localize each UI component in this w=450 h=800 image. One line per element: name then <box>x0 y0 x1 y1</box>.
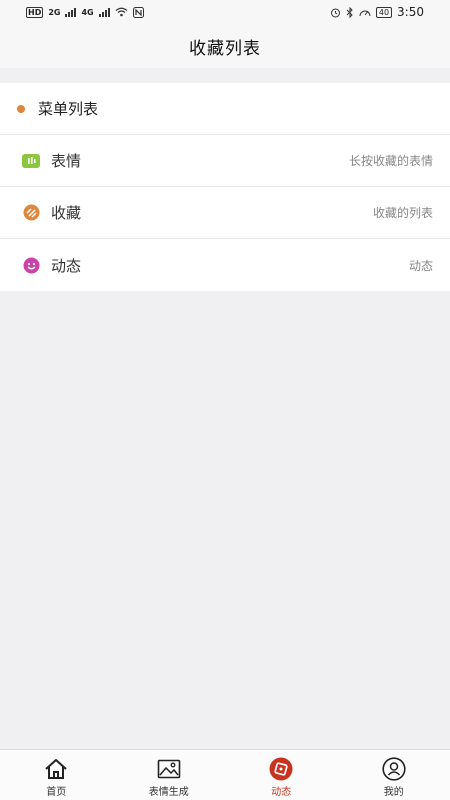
nfc-icon <box>132 6 144 18</box>
menu-item-favorites[interactable]: 收藏 收藏的列表 <box>0 187 450 239</box>
emoji-chat-icon <box>22 152 40 170</box>
menu-card: 菜单列表 表情 长按收藏的表情 收藏 收藏的列表 动态 动态 <box>0 83 450 291</box>
section-dot-icon <box>17 104 25 113</box>
menu-item-label: 动态 <box>51 256 82 275</box>
menu-section-header: 菜单列表 <box>0 83 450 135</box>
status-time: 3:50 <box>397 5 424 19</box>
tab-profile[interactable]: 我的 <box>338 750 450 800</box>
status-bar: HD 2G 4G 40 3:50 <box>0 0 450 24</box>
hd-badge: HD <box>26 6 44 18</box>
title-bar: 收藏列表 <box>0 24 450 68</box>
favorite-icon <box>22 204 40 222</box>
menu-item-label: 表情 <box>51 152 82 170</box>
signal-icon-2 <box>98 7 110 17</box>
status-left: HD 2G 4G <box>26 6 144 18</box>
image-icon <box>156 757 182 781</box>
signal-icon-1 <box>65 7 77 17</box>
profile-icon <box>381 757 407 781</box>
menu-item-desc: 收藏的列表 <box>372 206 433 220</box>
menu-item-desc: 动态 <box>408 258 433 273</box>
tab-home[interactable]: 首页 <box>0 750 113 800</box>
menu-item-desc: 长按收藏的表情 <box>348 154 433 168</box>
smiley-icon <box>22 256 40 274</box>
status-right: 40 3:50 <box>330 5 424 19</box>
network-4g-label: 4G <box>81 7 94 17</box>
page-title: 收藏列表 <box>189 38 261 59</box>
compass-icon <box>268 757 294 781</box>
menu-item-emoji[interactable]: 表情 长按收藏的表情 <box>0 135 450 187</box>
tab-feed[interactable]: 动态 <box>225 750 338 800</box>
app-screen: HD 2G 4G 40 3:50 收藏列表 菜单列表 表情 长按收藏的表情 收藏… <box>0 0 450 800</box>
tab-label: 动态 <box>271 787 292 798</box>
menu-item-label: 收藏 <box>51 204 82 222</box>
wifi-icon <box>115 7 128 17</box>
bluetooth-icon <box>346 6 353 18</box>
tab-label: 我的 <box>383 787 404 798</box>
tab-label: 表情生成 <box>148 787 189 798</box>
tab-emoji-generator[interactable]: 表情生成 <box>113 750 226 800</box>
battery-level: 40 <box>375 6 393 18</box>
home-icon <box>43 757 69 781</box>
bottom-tab-bar: 首页 表情生成 动态 我的 <box>0 749 450 800</box>
speed-icon <box>359 10 371 16</box>
menu-item-feed[interactable]: 动态 动态 <box>0 239 450 291</box>
network-2g-label: 2G <box>48 7 61 17</box>
tab-label: 首页 <box>46 787 67 798</box>
alarm-icon <box>330 8 340 17</box>
menu-section-title: 菜单列表 <box>38 100 99 118</box>
